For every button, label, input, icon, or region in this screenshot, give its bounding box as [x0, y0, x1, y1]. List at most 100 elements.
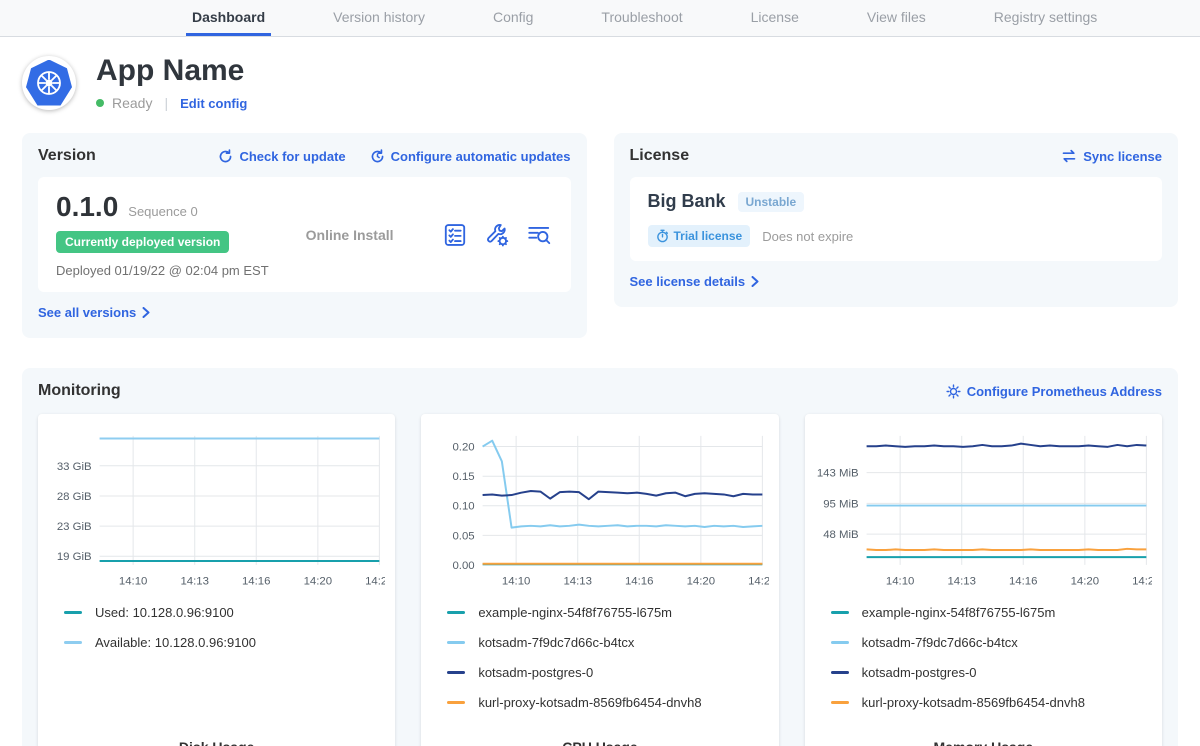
cards-row: Version Check for update Configure au [22, 133, 1178, 338]
legend-dash-icon [831, 701, 849, 704]
refresh-icon [218, 149, 233, 164]
chart-plot[interactable]: 48 MiB95 MiB143 MiB14:1014:1314:1614:201… [815, 426, 1152, 593]
check-for-update-link[interactable]: Check for update [218, 149, 345, 164]
status-badge: Ready [112, 95, 152, 111]
tab-dashboard[interactable]: Dashboard [186, 0, 271, 36]
legend-item: Available: 10.128.0.96:9100 [64, 635, 385, 650]
svg-text:0.20: 0.20 [453, 442, 475, 454]
legend-item: kurl-proxy-kotsadm-8569fb6454-dnvh8 [831, 695, 1152, 710]
legend-dash-icon [447, 671, 465, 674]
version-actions [430, 222, 552, 248]
license-box: Big Bank Unstable Trial license [630, 177, 1163, 261]
trial-license-badge: Trial license [648, 225, 751, 247]
charts-row: 19 GiB23 GiB28 GiB33 GiB14:1014:1314:161… [38, 414, 1162, 746]
configure-version-button[interactable] [484, 222, 510, 248]
status-row: Ready | Edit config [96, 95, 247, 111]
svg-text:14:23: 14:23 [1132, 576, 1152, 588]
preflight-checks-button[interactable] [442, 222, 468, 248]
legend-label: kurl-proxy-kotsadm-8569fb6454-dnvh8 [862, 695, 1085, 710]
legend-dash-icon [64, 641, 82, 644]
tab-license[interactable]: License [745, 0, 805, 36]
legend-label: example-nginx-54f8f76755-l675m [862, 605, 1056, 620]
chart-title: CPU Usage [431, 729, 768, 746]
legend-label: kotsadm-7f9dc7d66c-b4tcx [478, 635, 634, 650]
legend-label: Available: 10.128.0.96:9100 [95, 635, 256, 650]
tab-registry-settings[interactable]: Registry settings [988, 0, 1103, 36]
app-meta: App Name Ready | Edit config [96, 54, 247, 111]
license-expiry: Does not expire [762, 229, 853, 244]
monitoring-title: Monitoring [38, 382, 121, 400]
svg-text:0.10: 0.10 [453, 501, 475, 513]
legend-label: Used: 10.128.0.96:9100 [95, 605, 234, 620]
chart-legend: example-nginx-54f8f76755-l675mkotsadm-7f… [831, 605, 1152, 725]
legend-dash-icon [447, 641, 465, 644]
legend-item: example-nginx-54f8f76755-l675m [447, 605, 768, 620]
app-logo [22, 56, 76, 110]
sync-arrows-icon [1061, 149, 1077, 163]
kubernetes-icon [26, 60, 72, 106]
logs-search-icon [526, 222, 552, 248]
tab-config[interactable]: Config [487, 0, 539, 36]
license-title: License [630, 147, 690, 165]
tab-troubleshoot[interactable]: Troubleshoot [595, 0, 688, 36]
legend-dash-icon [831, 671, 849, 674]
legend-item: kotsadm-postgres-0 [447, 665, 768, 680]
app-header: App Name Ready | Edit config [0, 37, 1200, 125]
svg-text:14:16: 14:16 [1009, 576, 1038, 588]
svg-text:95 MiB: 95 MiB [823, 498, 858, 510]
svg-text:48 MiB: 48 MiB [823, 529, 858, 541]
install-type-label: Online Install [306, 227, 394, 243]
clock-rotate-icon [370, 149, 385, 164]
sync-license-link[interactable]: Sync license [1061, 149, 1162, 164]
chart-plot[interactable]: 0.000.050.100.150.2014:1014:1314:1614:20… [431, 426, 768, 593]
configure-automatic-updates-link[interactable]: Configure automatic updates [370, 149, 571, 164]
svg-text:14:20: 14:20 [687, 576, 716, 588]
legend-item: kotsadm-postgres-0 [831, 665, 1152, 680]
svg-text:14:16: 14:16 [242, 576, 271, 588]
wrench-gear-icon [484, 222, 510, 248]
version-panel: Version Check for update Configure au [22, 133, 587, 338]
svg-text:14:10: 14:10 [119, 576, 148, 588]
legend-dash-icon [831, 611, 849, 614]
legend-item: example-nginx-54f8f76755-l675m [831, 605, 1152, 620]
svg-text:14:13: 14:13 [947, 576, 976, 588]
svg-text:14:20: 14:20 [1070, 576, 1099, 588]
svg-text:28 GiB: 28 GiB [57, 491, 92, 503]
edit-config-link[interactable]: Edit config [180, 96, 247, 111]
legend-dash-icon [447, 611, 465, 614]
svg-text:14:13: 14:13 [564, 576, 593, 588]
svg-text:14:23: 14:23 [365, 576, 385, 588]
chart-plot[interactable]: 19 GiB23 GiB28 GiB33 GiB14:1014:1314:161… [48, 426, 385, 593]
stopwatch-icon [656, 229, 669, 243]
legend-item: kurl-proxy-kotsadm-8569fb6454-dnvh8 [447, 695, 768, 710]
disk-usage-chart-card: 19 GiB23 GiB28 GiB33 GiB14:1014:1314:161… [38, 414, 395, 746]
svg-text:14:16: 14:16 [625, 576, 654, 588]
divider: | [160, 95, 172, 111]
see-license-details-link[interactable]: See license details [630, 274, 760, 289]
version-number: 0.1.0 [56, 191, 118, 223]
see-all-versions-link[interactable]: See all versions [38, 305, 150, 320]
status-dot-icon [96, 99, 104, 107]
legend-label: kotsadm-postgres-0 [862, 665, 977, 680]
deployed-badge: Currently deployed version [56, 231, 229, 253]
checklist-icon [442, 222, 468, 248]
tab-version-history[interactable]: Version history [327, 0, 431, 36]
legend-dash-icon [447, 701, 465, 704]
svg-text:14:23: 14:23 [748, 576, 768, 588]
chart-legend: Used: 10.128.0.96:9100 Available: 10.128.… [64, 605, 385, 665]
svg-text:0.05: 0.05 [453, 530, 475, 542]
chevron-right-icon [142, 307, 150, 318]
configure-prometheus-link[interactable]: Configure Prometheus Address [946, 384, 1162, 399]
svg-text:0.15: 0.15 [453, 471, 475, 483]
deploy-logs-button[interactable] [526, 222, 552, 248]
customer-name: Big Bank [648, 191, 726, 212]
chart-legend: example-nginx-54f8f76755-l675m kotsadm-7f… [447, 605, 768, 725]
page-title: App Name [96, 54, 247, 88]
legend-item: kotsadm-7f9dc7d66c-b4tcx [447, 635, 768, 650]
svg-text:14:20: 14:20 [304, 576, 333, 588]
gear-icon [946, 384, 961, 399]
version-info: 0.1.0 Sequence 0 Currently deployed vers… [56, 191, 269, 278]
kubernetes-wheel-icon [32, 66, 66, 100]
tab-view-files[interactable]: View files [861, 0, 932, 36]
svg-text:33 GiB: 33 GiB [57, 461, 92, 473]
